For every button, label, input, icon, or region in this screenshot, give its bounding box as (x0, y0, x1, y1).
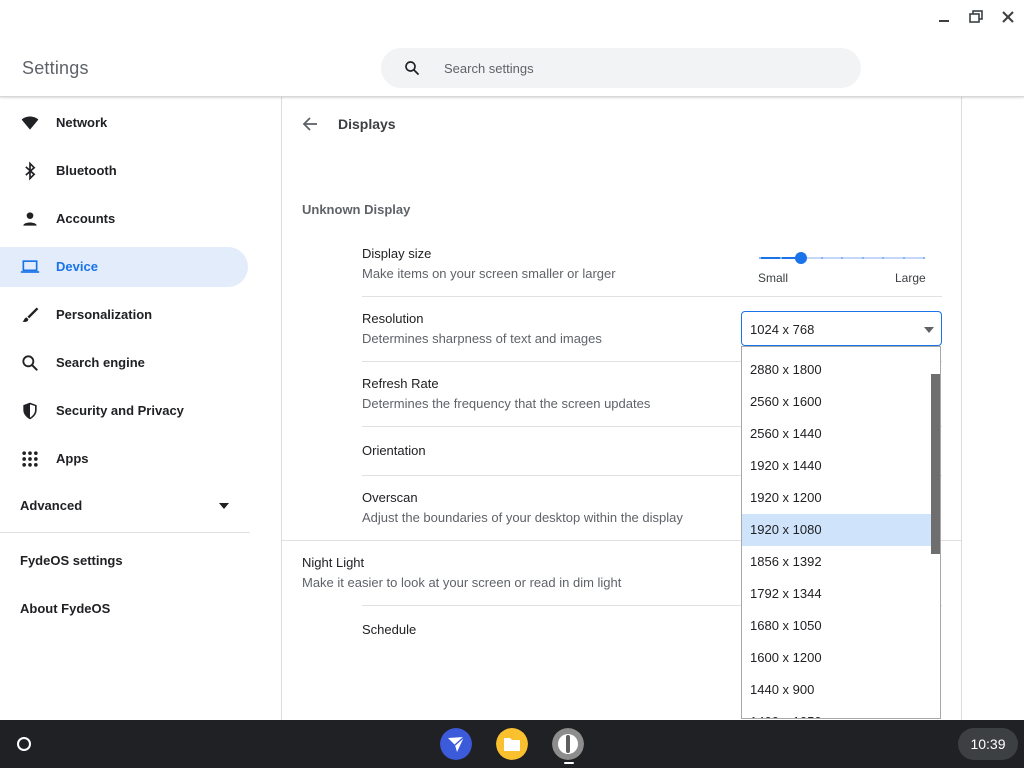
wifi-icon (21, 116, 39, 130)
brush-icon (22, 307, 39, 322)
shield-icon (23, 402, 37, 420)
slider-max-label: Large (895, 271, 926, 285)
resolution-option[interactable]: 1680 x 1050 (742, 610, 931, 642)
sidebar-item-label: Security and Privacy (56, 403, 184, 418)
search-input[interactable] (444, 58, 824, 78)
display-section-heading: Unknown Display (302, 202, 411, 217)
app-icon[interactable] (552, 728, 584, 760)
night-light-subtitle: Make it easier to look at your screen or… (302, 575, 622, 590)
sidebar-item-personalization[interactable]: Personalization (0, 295, 248, 335)
sidebar-item-label: Device (56, 259, 98, 274)
slider-tick (780, 257, 782, 259)
resolution-option[interactable]: 1920 x 1080 (742, 514, 931, 546)
sidebar-advanced-toggle[interactable]: Advanced (0, 485, 250, 525)
display-size-title: Display size (362, 246, 432, 261)
title-bar: Settings (0, 0, 1024, 97)
resolution-dropdown-list[interactable]: 1400 x 10501440 x 9001600 x 12001680 x 1… (741, 346, 941, 719)
sidebar-item-security-privacy[interactable]: Security and Privacy (0, 391, 248, 431)
back-arrow-icon[interactable] (301, 115, 319, 133)
sidebar-item-device[interactable]: Device (0, 247, 248, 287)
resolution-option[interactable]: 2560 x 1600 (742, 386, 931, 418)
sidebar-advanced-label: Advanced (20, 498, 83, 513)
sidebar-item-bluetooth[interactable]: Bluetooth (0, 151, 248, 191)
resolution-option[interactable]: 1600 x 1200 (742, 642, 931, 674)
resolution-option[interactable]: 1856 x 1392 (742, 546, 931, 578)
slider-tick (882, 257, 884, 259)
search-icon (405, 61, 419, 75)
running-app-indicator (564, 762, 574, 764)
files-app-icon[interactable] (496, 728, 528, 760)
slider-tick (903, 257, 905, 259)
sidebar-link-about-fydeos[interactable]: About FydeOS (20, 601, 110, 616)
resolution-option[interactable]: 1440 x 900 (742, 674, 931, 706)
app-title: Settings (22, 58, 89, 78)
resolution-title: Resolution (362, 311, 424, 326)
resolution-subtitle: Determines sharpness of text and images (362, 331, 602, 346)
sidebar-link-fydeos-settings[interactable]: FydeOS settings (20, 553, 123, 568)
sidebar-item-apps[interactable]: Apps (0, 439, 248, 479)
slider-tick (862, 257, 864, 259)
display-size-subtitle: Make items on your screen smaller or lar… (362, 266, 616, 281)
sidebar-item-search-engine[interactable]: Search engine (0, 343, 248, 383)
laptop-icon (20, 260, 40, 273)
slider-tick (841, 257, 843, 259)
resolution-option[interactable]: 1920 x 1440 (742, 450, 931, 482)
dropdown-arrow-icon (924, 327, 934, 333)
refresh-rate-title: Refresh Rate (362, 376, 439, 391)
overscan-subtitle: Adjust the boundaries of your desktop wi… (362, 510, 683, 525)
slider-thumb[interactable] (795, 252, 807, 264)
resolution-option[interactable]: 1920 x 1200 (742, 482, 931, 514)
night-light-title: Night Light (302, 555, 365, 570)
person-icon (23, 212, 37, 226)
sidebar-item-label: Apps (56, 451, 89, 466)
sidebar-item-network[interactable]: Network (0, 103, 248, 143)
sidebar-item-accounts[interactable]: Accounts (0, 199, 248, 239)
slider-tick (759, 257, 761, 259)
status-clock[interactable]: 10:39 (958, 728, 1018, 760)
launcher-icon (17, 737, 31, 751)
resolution-select-value: 1024 x 768 (750, 322, 815, 337)
sidebar: Network Bluetooth Accounts Device Person… (0, 97, 280, 720)
resolution-option[interactable]: 1792 x 1344 (742, 578, 931, 610)
launcher-button[interactable] (7, 730, 41, 758)
sidebar-item-label: Accounts (56, 211, 116, 226)
refresh-rate-subtitle: Determines the frequency that the screen… (362, 396, 651, 411)
sidebar-item-label: Personalization (56, 307, 153, 322)
page-title: Displays (338, 116, 396, 132)
search-icon (22, 355, 38, 371)
resolution-option[interactable]: 1400 x 1050 (742, 706, 931, 718)
shelf: 10:39 (0, 720, 1024, 768)
minimize-icon[interactable] (935, 8, 953, 26)
apps-grid-icon (22, 451, 38, 467)
sidebar-item-label: Network (56, 115, 108, 130)
fydeos-app-icon[interactable] (440, 728, 472, 760)
chevron-down-icon (219, 503, 229, 509)
schedule-title: Schedule (362, 622, 417, 637)
slider-tick (923, 257, 925, 259)
sidebar-item-label: Search engine (56, 355, 145, 370)
resolution-option[interactable]: 2560 x 1440 (742, 418, 931, 450)
overscan-title[interactable]: Overscan (362, 490, 418, 505)
display-size-slider[interactable] (759, 252, 925, 264)
close-icon[interactable] (999, 8, 1017, 26)
bluetooth-icon (25, 161, 36, 181)
sidebar-divider (0, 532, 250, 533)
slider-tick (821, 257, 823, 259)
maximize-icon[interactable] (967, 8, 985, 26)
search-bar[interactable] (381, 48, 861, 88)
resolution-option[interactable]: 2880 x 1800 (742, 354, 931, 386)
sidebar-item-label: Bluetooth (56, 163, 117, 178)
dropdown-scrollbar-thumb[interactable] (931, 374, 940, 554)
row-divider (362, 296, 942, 297)
slider-min-label: Small (758, 271, 789, 285)
resolution-select[interactable]: 1024 x 768 (741, 311, 942, 346)
orientation-title: Orientation (362, 443, 426, 458)
